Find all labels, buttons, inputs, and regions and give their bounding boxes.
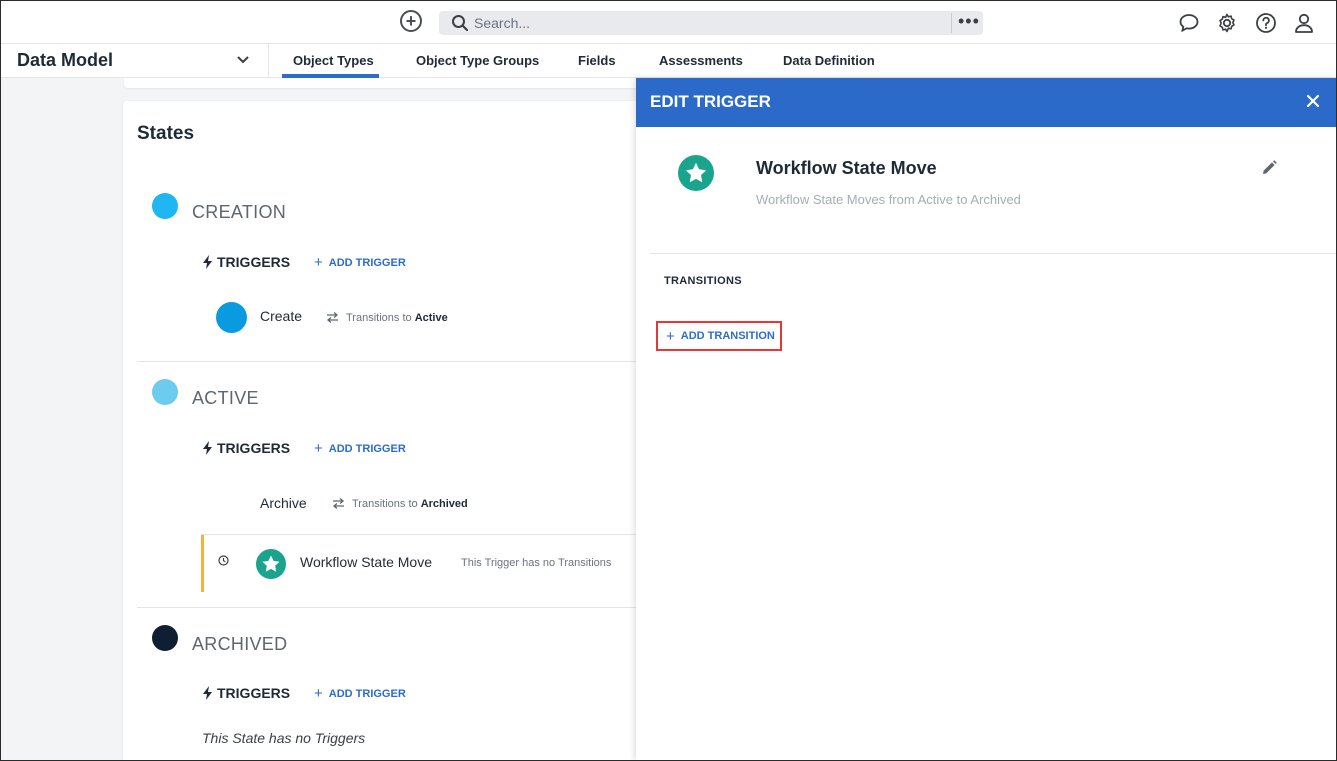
transition-target: Archived	[420, 498, 468, 510]
add-trigger-label: ADD TRIGGER	[328, 256, 406, 269]
add-trigger-button[interactable]: + ADD TRIGGER	[314, 441, 406, 456]
search-divider	[951, 13, 952, 33]
state-creation-dot	[152, 193, 178, 219]
swap-icon	[332, 498, 345, 509]
plus-icon: +	[314, 254, 323, 271]
search-icon	[452, 15, 469, 32]
trigger-name: Workflow State Move	[756, 158, 937, 178]
upper-card	[124, 78, 644, 88]
trigger-workflow-state-move-name[interactable]: Workflow State Move	[300, 554, 432, 570]
add-trigger-button[interactable]: + ADD TRIGGER	[314, 255, 406, 270]
add-circle-icon[interactable]: +	[400, 10, 422, 32]
add-trigger-label: ADD TRIGGER	[328, 687, 406, 700]
transitions-to-label: Transitions to	[352, 498, 418, 510]
state-divider	[137, 607, 636, 608]
plus-icon: +	[314, 685, 323, 702]
section-title[interactable]: Data Model	[17, 50, 113, 71]
selected-trigger-indicator	[201, 535, 204, 592]
add-trigger-label: ADD TRIGGER	[328, 442, 406, 455]
transitions-heading: TRANSITIONS	[664, 275, 742, 287]
plus-icon: +	[314, 440, 323, 457]
states-card	[123, 101, 653, 761]
add-transition-button[interactable]: + ADD TRANSITION	[656, 321, 782, 351]
subnav-divider	[268, 44, 269, 78]
state-active-name: ACTIVE	[192, 388, 259, 408]
triggers-heading: TRIGGERS	[202, 685, 290, 701]
edit-trigger-panel: EDIT TRIGGER Workflow State Move Workflo…	[636, 78, 1337, 761]
transition-target: Active	[414, 312, 448, 324]
star-icon	[678, 155, 714, 191]
triggers-label: TRIGGERS	[217, 254, 291, 270]
search-input[interactable]: Search...	[474, 15, 530, 31]
panel-divider	[650, 253, 1337, 254]
trigger-divider	[201, 534, 636, 535]
trigger-create-dot	[216, 302, 247, 333]
no-transitions-note: This Trigger has no Transitions	[461, 557, 612, 569]
sub-navigation: Data Model Object Types Object Type Grou…	[0, 44, 1337, 78]
transition-info: Transitions to Archived	[352, 498, 468, 510]
clock-icon	[218, 555, 229, 566]
bolt-icon	[203, 441, 212, 455]
state-creation-name: CREATION	[192, 202, 287, 222]
transition-info: Transitions to Active	[346, 312, 448, 324]
help-icon[interactable]	[1255, 12, 1277, 34]
tab-fields[interactable]: Fields	[578, 53, 616, 68]
top-bar: + Search... •••	[0, 0, 1337, 44]
tab-data-definition[interactable]: Data Definition	[783, 53, 875, 68]
state-active-dot	[152, 379, 178, 405]
tab-object-type-groups[interactable]: Object Type Groups	[416, 53, 539, 68]
plus-icon: +	[666, 327, 675, 345]
pencil-icon[interactable]	[1261, 160, 1277, 176]
user-icon[interactable]	[1293, 12, 1315, 34]
transitions-to-label: Transitions to	[346, 312, 412, 324]
add-transition-label: ADD TRANSITION	[680, 330, 775, 342]
chat-icon[interactable]	[1178, 12, 1200, 34]
state-archived-name: ARCHIVED	[192, 634, 288, 654]
trigger-archive-name[interactable]: Archive	[260, 495, 307, 511]
bolt-icon	[203, 255, 212, 269]
chevron-down-icon[interactable]	[236, 55, 250, 65]
tab-assessments[interactable]: Assessments	[659, 53, 743, 68]
panel-header: EDIT TRIGGER	[636, 78, 1337, 127]
state-archived-dot	[152, 625, 178, 651]
state-divider	[137, 361, 636, 362]
no-triggers-text: This State has no Triggers	[202, 730, 366, 746]
tab-object-types[interactable]: Object Types	[293, 53, 374, 68]
triggers-label: TRIGGERS	[217, 685, 291, 701]
bolt-icon	[203, 686, 212, 700]
swap-icon	[326, 312, 339, 323]
trigger-description: Workflow State Moves from Active to Arch…	[756, 192, 1021, 207]
trigger-create-name[interactable]: Create	[260, 308, 302, 324]
search-bar[interactable]: Search... •••	[439, 11, 983, 35]
star-icon	[256, 549, 286, 579]
panel-title: EDIT TRIGGER	[650, 92, 771, 111]
triggers-heading: TRIGGERS	[202, 440, 290, 456]
close-icon[interactable]	[1306, 94, 1320, 108]
states-title: States	[137, 123, 195, 144]
triggers-heading: TRIGGERS	[202, 254, 290, 270]
gear-icon[interactable]	[1216, 12, 1238, 34]
triggers-label: TRIGGERS	[217, 440, 291, 456]
more-icon[interactable]: •••	[958, 11, 980, 32]
add-trigger-button[interactable]: + ADD TRIGGER	[314, 686, 406, 701]
